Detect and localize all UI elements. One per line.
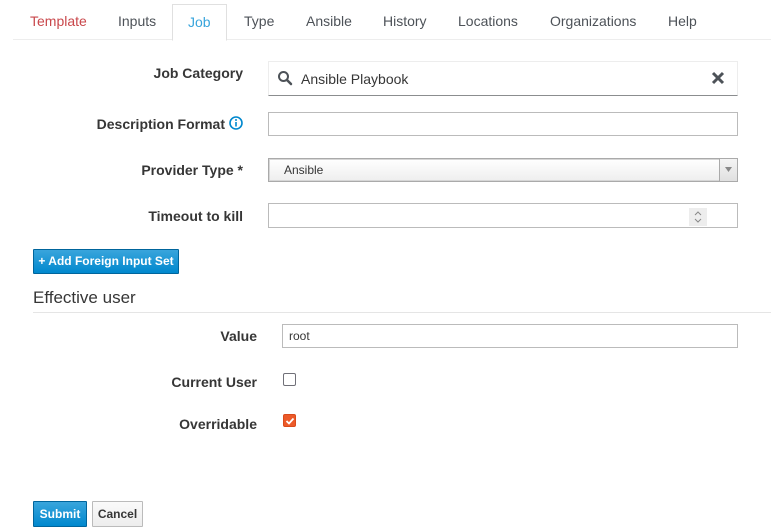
effective-user-value-input[interactable] xyxy=(282,324,738,348)
close-icon[interactable] xyxy=(711,71,725,85)
timeout-to-kill-input[interactable] xyxy=(268,203,738,228)
checkmark-icon xyxy=(285,417,295,425)
provider-type-value: Ansible xyxy=(284,163,324,177)
tab-history[interactable]: History xyxy=(368,4,442,40)
effective-user-value-label: Value xyxy=(220,328,257,344)
description-format-label: Description Format xyxy=(97,116,243,132)
tab-type[interactable]: Type xyxy=(229,4,289,40)
job-category-search[interactable]: Ansible Playbook xyxy=(268,61,738,96)
tab-template[interactable]: Template xyxy=(15,4,102,40)
provider-type-label: Provider Type * xyxy=(141,162,243,178)
provider-type-select[interactable]: Ansible xyxy=(268,158,738,182)
tab-ansible[interactable]: Ansible xyxy=(291,4,367,40)
tab-inputs[interactable]: Inputs xyxy=(103,4,171,40)
timeout-to-kill-label: Timeout to kill xyxy=(148,208,243,224)
current-user-checkbox[interactable] xyxy=(283,373,296,386)
cancel-button[interactable]: Cancel xyxy=(92,501,143,527)
section-divider xyxy=(33,312,771,313)
description-format-label-text: Description Format xyxy=(96,116,225,132)
add-foreign-input-set-button[interactable]: + Add Foreign Input Set xyxy=(33,249,179,274)
job-category-value: Ansible Playbook xyxy=(301,71,409,87)
overridable-label: Overridable xyxy=(179,416,257,432)
search-icon xyxy=(277,70,293,86)
tab-locations[interactable]: Locations xyxy=(443,4,533,40)
overridable-checkbox[interactable] xyxy=(283,414,296,427)
effective-user-heading: Effective user xyxy=(33,288,136,307)
job-category-label: Job Category xyxy=(153,65,243,81)
current-user-label: Current User xyxy=(171,374,257,390)
number-spinner-icon[interactable] xyxy=(689,208,707,226)
chevron-down-icon[interactable] xyxy=(719,159,737,181)
description-format-input[interactable] xyxy=(268,112,738,136)
submit-button[interactable]: Submit xyxy=(33,501,87,527)
tab-organizations[interactable]: Organizations xyxy=(535,4,651,40)
tab-bar: Template Inputs Job Type Ansible History… xyxy=(13,4,771,41)
tab-job[interactable]: Job xyxy=(172,4,227,41)
tab-help[interactable]: Help xyxy=(653,4,712,40)
info-icon[interactable] xyxy=(229,116,243,130)
